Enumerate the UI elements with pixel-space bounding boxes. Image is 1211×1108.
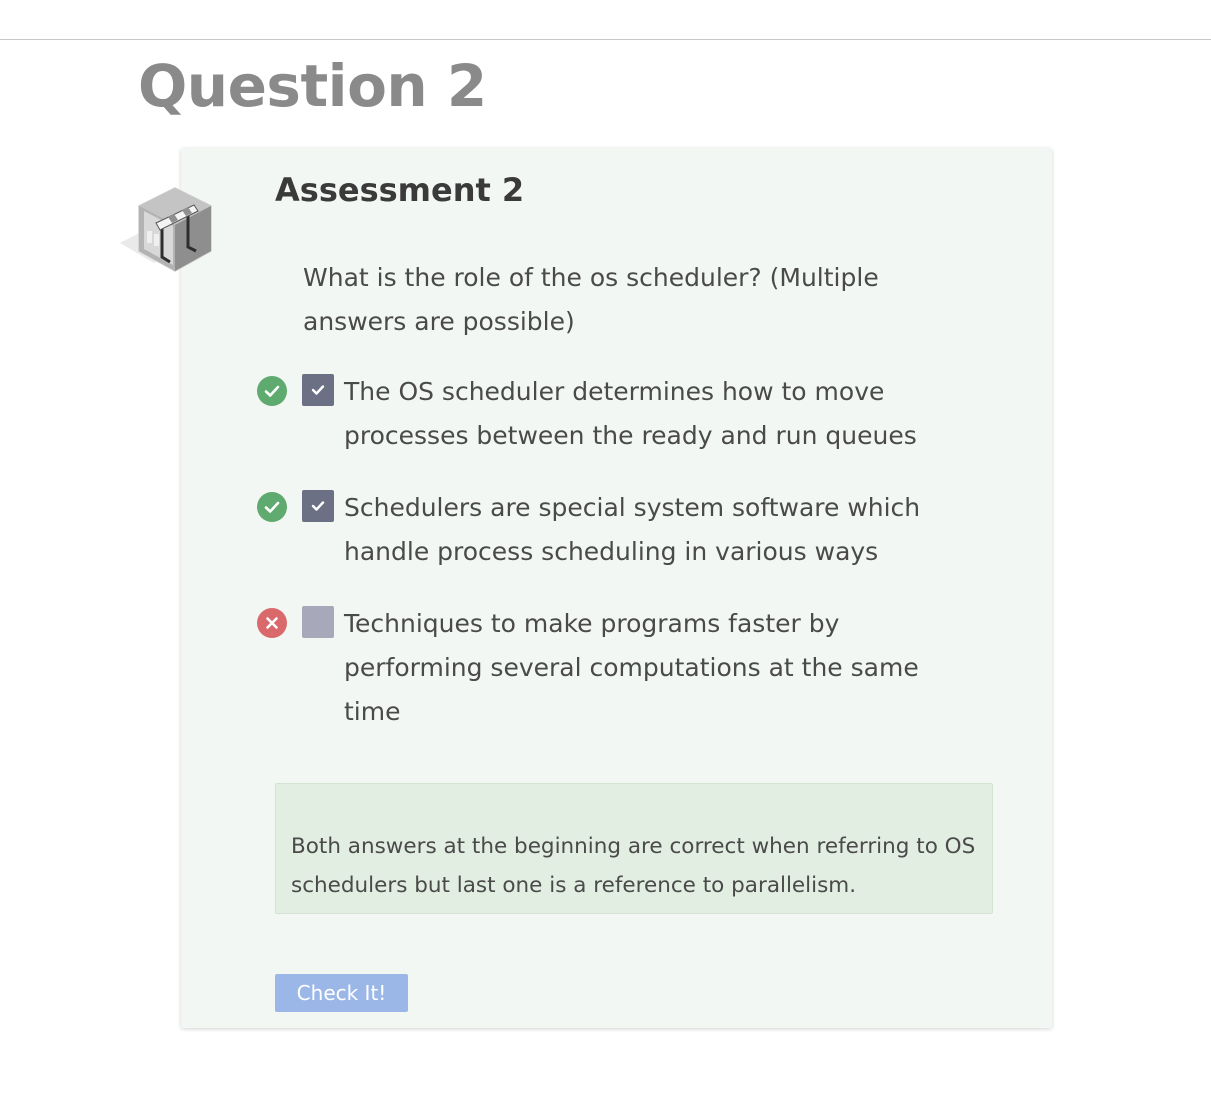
check-it-button[interactable]: Check It! — [275, 974, 408, 1012]
assessment-hurdle-icon — [118, 185, 214, 273]
assessment-card: Assessment 2 What is the role of the os … — [181, 148, 1052, 1028]
answer-checkbox[interactable] — [302, 606, 334, 638]
feedback-text: Both answers at the beginning are correc… — [291, 834, 976, 898]
answer-text: Schedulers are special system software w… — [344, 493, 921, 566]
check-circle-icon — [257, 376, 287, 406]
assessment-title: Assessment 2 — [275, 171, 525, 209]
answer-checkbox[interactable] — [302, 490, 334, 522]
check-circle-icon — [257, 492, 287, 522]
answer-text: Techniques to make programs faster by pe… — [344, 609, 919, 726]
answer-text: The OS scheduler determines how to move … — [344, 377, 917, 450]
answer-checkbox[interactable] — [302, 374, 334, 406]
x-circle-icon — [257, 608, 287, 638]
top-divider — [0, 39, 1211, 40]
feedback-box: Both answers at the beginning are correc… — [275, 783, 993, 914]
page-title: Question 2 — [138, 52, 487, 120]
question-text: What is the role of the os scheduler? (M… — [303, 263, 879, 336]
